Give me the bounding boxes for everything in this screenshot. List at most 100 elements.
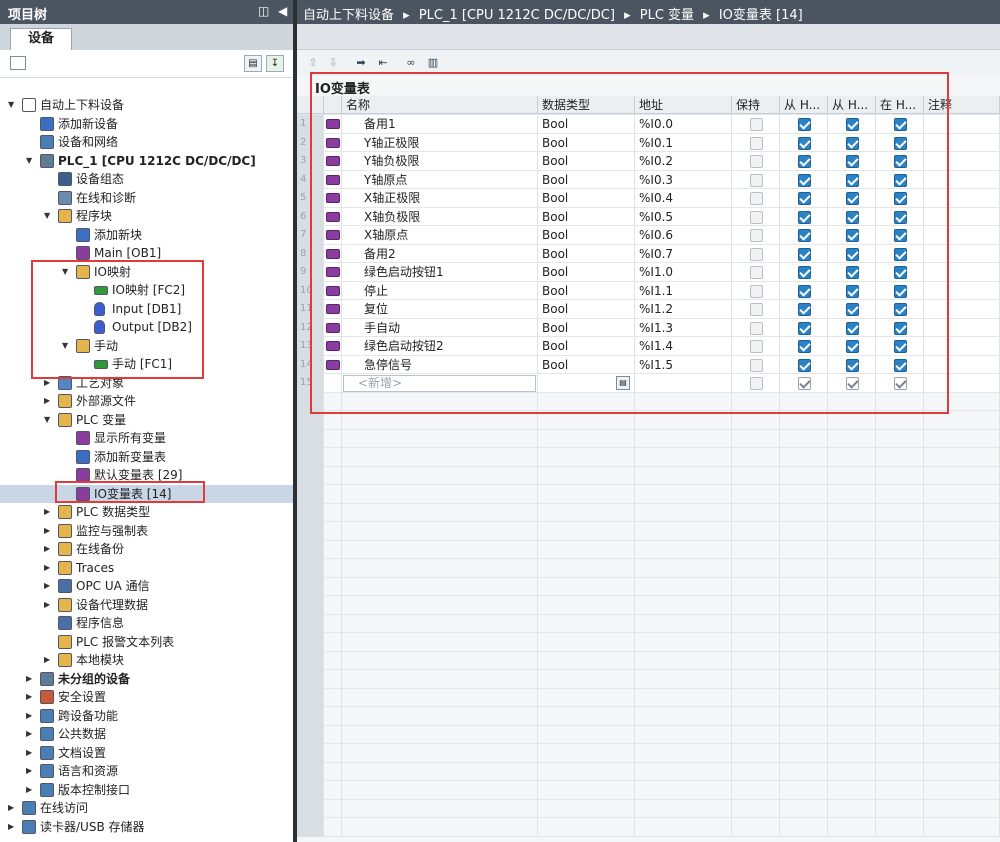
monitor-icon[interactable]: ∞ [403, 55, 419, 71]
collapsed-arrow-icon[interactable]: ▶ [26, 781, 36, 799]
plc-icon [40, 153, 54, 168]
empty-row [297, 429, 1000, 448]
breadcrumb-item-plc[interactable]: PLC_1 [CPU 1212C DC/DC/DC] [419, 8, 615, 23]
insert-row-icon[interactable]: ⇧ [305, 55, 321, 71]
tree-item-label: PLC_1 [CPU 1212C DC/DC/DC] [58, 153, 256, 168]
device-view-icon[interactable] [10, 56, 26, 70]
collapsed-arrow-icon[interactable]: ▶ [44, 540, 54, 558]
collapsed-arrow-icon[interactable]: ▶ [26, 744, 36, 762]
tree-item-label: 在线和诊断 [76, 190, 137, 205]
breadcrumb-item-project[interactable]: 自动上下料设备 [303, 8, 394, 23]
panel-layout-icon[interactable]: ◫ [258, 4, 269, 18]
tree-item[interactable]: ▼ 程序块 [0, 207, 293, 226]
highlight-box-tag-table [310, 72, 949, 414]
collapsed-arrow-icon[interactable]: ▶ [44, 559, 54, 577]
tree-item[interactable]: PLC 报警文本列表 [0, 633, 293, 652]
collapsed-arrow-icon[interactable]: ▶ [44, 577, 54, 595]
collapsed-arrow-icon[interactable]: ▶ [8, 818, 18, 836]
collapsed-arrow-icon[interactable]: ▶ [26, 725, 36, 743]
folder-icon [58, 505, 72, 519]
tree-item[interactable]: ▶ 外部源文件 [0, 392, 293, 411]
tree-item[interactable]: ▶ 读卡器/USB 存储器 [0, 818, 293, 837]
empty-row [297, 503, 1000, 522]
tree-item-label: PLC 数据类型 [76, 505, 151, 519]
tree-item[interactable]: 添加新变量表 [0, 448, 293, 467]
tree-item[interactable]: 在线和诊断 [0, 189, 293, 208]
expanded-arrow-icon[interactable]: ▼ [44, 411, 54, 429]
tag-table-icon [76, 468, 90, 482]
tab-devices[interactable]: 设备 [10, 28, 72, 50]
collapsed-arrow-icon[interactable]: ▶ [8, 799, 18, 817]
tree-item[interactable]: ▶ 监控与强制表 [0, 522, 293, 541]
tree-item-label: 显示所有变量 [94, 431, 167, 445]
collapsed-arrow-icon[interactable]: ▶ [26, 707, 36, 725]
expanded-arrow-icon[interactable]: ▼ [44, 207, 54, 225]
tree-item[interactable]: ▶ 本地模块 [0, 651, 293, 670]
tree-item[interactable]: ▶ 语言和资源 [0, 762, 293, 781]
collapsed-arrow-icon[interactable]: ▶ [44, 503, 54, 521]
expanded-arrow-icon[interactable]: ▼ [26, 152, 36, 170]
collapsed-arrow-icon[interactable]: ▶ [44, 392, 54, 410]
breadcrumb-item-plc-tags[interactable]: PLC 变量 [640, 8, 694, 23]
tree-item[interactable]: ▼ PLC 变量 [0, 411, 293, 430]
highlight-box-io-mapping [31, 260, 204, 379]
tree-item-label: 读卡器/USB 存储器 [40, 819, 145, 834]
version-control-icon [40, 782, 54, 797]
tree-item[interactable]: ▶ 未分组的设备 [0, 670, 293, 689]
network-icon [40, 135, 54, 149]
tree-item[interactable]: ▶ OPC UA 通信 [0, 577, 293, 596]
folder-icon [58, 542, 72, 556]
folder-icon [58, 653, 72, 667]
tree-item[interactable]: ▶ 版本控制接口 [0, 781, 293, 800]
tree-item[interactable]: ▶ 在线访问 [0, 799, 293, 818]
empty-row [297, 522, 1000, 541]
tree-item[interactable]: 显示所有变量 [0, 429, 293, 448]
ungrouped-icon [40, 671, 54, 686]
tree-item[interactable]: 添加新设备 [0, 115, 293, 134]
tree-item[interactable]: ▼ 自动上下料设备 [0, 96, 293, 115]
collapsed-arrow-icon[interactable]: ▶ [26, 670, 36, 688]
column-settings-icon[interactable]: ▥ [425, 55, 441, 71]
add-row-icon[interactable]: ⇩ [325, 55, 341, 71]
tree-item[interactable]: ▶ 设备代理数据 [0, 596, 293, 615]
import-icon[interactable]: ⇤ [375, 55, 391, 71]
usb-icon [22, 819, 36, 834]
tree-item[interactable]: ▶ PLC 数据类型 [0, 503, 293, 522]
empty-row [297, 744, 1000, 763]
collapsed-arrow-icon[interactable]: ▶ [44, 651, 54, 669]
collapse-panel-icon[interactable]: ◀ [278, 4, 287, 18]
collapsed-arrow-icon[interactable]: ▶ [44, 596, 54, 614]
tree-item-label: 设备和网络 [58, 135, 119, 149]
tree-item[interactable]: ▶ 公共数据 [0, 725, 293, 744]
add-tag-table-icon [76, 449, 90, 464]
tree-item[interactable]: ▶ Traces [0, 559, 293, 578]
export-icon[interactable]: ➡ [353, 55, 369, 71]
tree-item[interactable]: ▶ 文档设置 [0, 744, 293, 763]
collapsed-arrow-icon[interactable]: ▶ [26, 762, 36, 780]
tree-item[interactable]: 设备和网络 [0, 133, 293, 152]
tree-item[interactable]: ▶ 跨设备功能 [0, 707, 293, 726]
collapsed-arrow-icon[interactable]: ▶ [26, 688, 36, 706]
tree-item[interactable]: 添加新块 [0, 226, 293, 245]
add-view-icon[interactable]: ↧ [266, 55, 284, 72]
tree-item-label: 外部源文件 [76, 394, 137, 408]
breadcrumb-sep-icon: ▸ [624, 8, 631, 23]
breadcrumb-item-tag-table[interactable]: IO变量表 [14] [719, 8, 803, 23]
tree-item[interactable]: ▶ 在线备份 [0, 540, 293, 559]
empty-row [297, 596, 1000, 615]
tree-tab-bar: 设备 [0, 24, 293, 50]
tree-item-label: PLC 变量 [76, 412, 127, 427]
expanded-arrow-icon[interactable]: ▼ [8, 96, 18, 114]
doc-icon [22, 98, 36, 112]
tree-item[interactable]: 设备组态 [0, 170, 293, 189]
tree-item[interactable]: ▼ PLC_1 [CPU 1212C DC/DC/DC] [0, 152, 293, 171]
tree-item-label: 本地模块 [76, 653, 125, 667]
info-icon [58, 616, 72, 630]
empty-row [297, 799, 1000, 818]
tree-item-label: OPC UA 通信 [76, 579, 150, 593]
list-view-icon[interactable]: ▤ [244, 55, 262, 72]
tree-item-label: 添加新块 [94, 227, 143, 242]
tree-item[interactable]: 程序信息 [0, 614, 293, 633]
collapsed-arrow-icon[interactable]: ▶ [44, 522, 54, 540]
tree-item[interactable]: ▶ 安全设置 [0, 688, 293, 707]
